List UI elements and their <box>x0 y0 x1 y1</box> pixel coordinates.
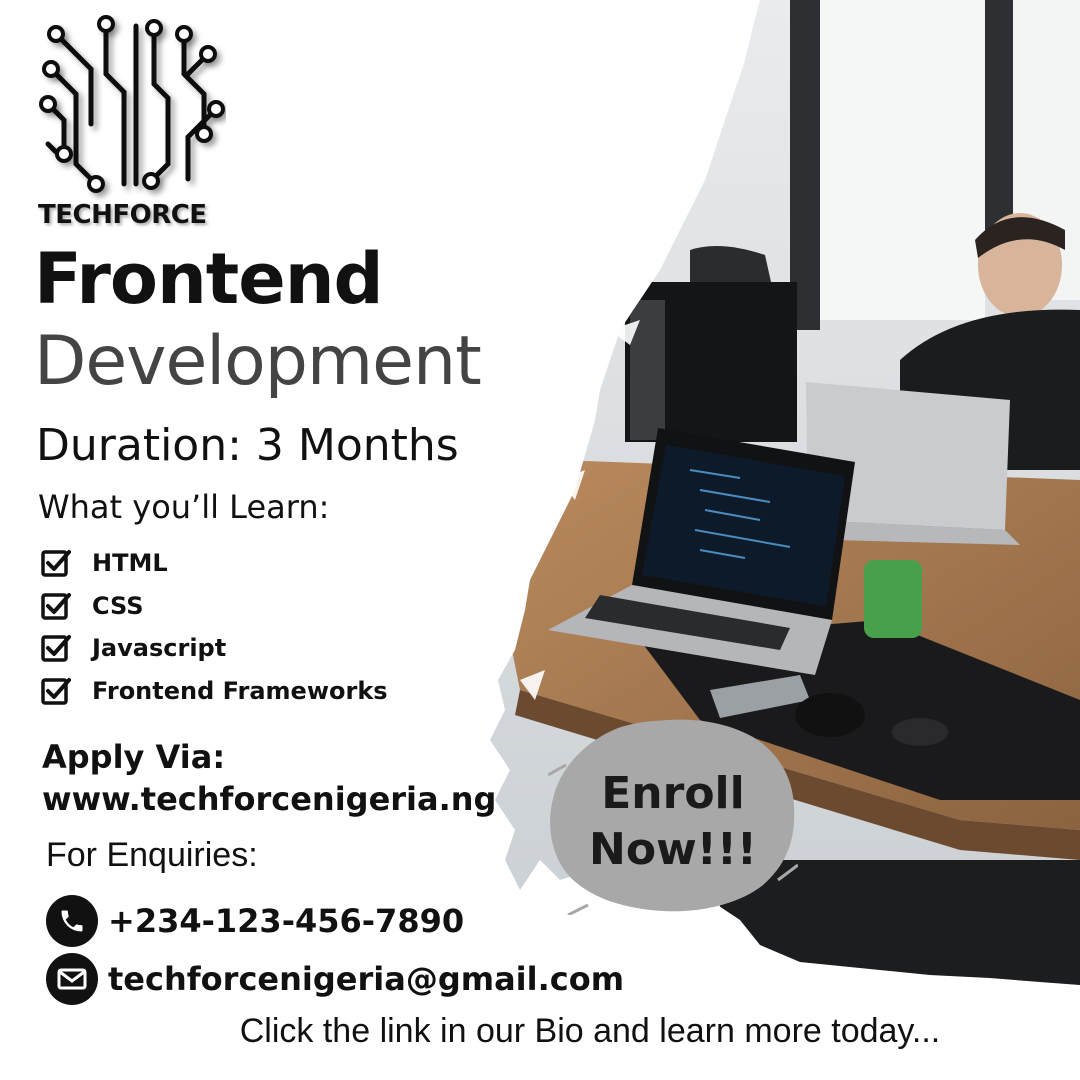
enroll-button[interactable]: Enroll Now!!! <box>548 766 798 878</box>
apply-label: Apply Via: <box>42 738 226 776</box>
phone-contact[interactable]: +234-123-456-7890 <box>46 895 464 947</box>
checkbox-icon <box>41 677 71 705</box>
enroll-line-1: Enroll <box>601 768 745 819</box>
apply-section: Apply Via: www.techforcenigeria.ng <box>42 736 496 820</box>
topic-label: Frontend Frameworks <box>92 676 388 705</box>
brand-name: TECHFORCE <box>38 200 207 230</box>
learn-heading: What you’ll Learn: <box>38 488 330 526</box>
topic-label: CSS <box>92 591 144 620</box>
topic-label: Javascript <box>92 634 227 663</box>
email-contact[interactable]: techforcenigeria@gmail.com <box>46 953 624 1005</box>
apply-url-link[interactable]: www.techforcenigeria.ng <box>42 778 496 820</box>
duration-text: Duration: 3 Months <box>36 420 459 471</box>
promo-flyer: TECHFORCE Frontend Development Duration:… <box>0 0 1080 1080</box>
topic-item: Javascript <box>40 627 388 670</box>
topic-item: Frontend Frameworks <box>40 670 388 713</box>
checkbox-icon <box>41 592 71 620</box>
topic-label: HTML <box>92 549 168 578</box>
topic-item: CSS <box>40 585 388 628</box>
checkbox-icon <box>41 635 71 662</box>
topic-list: HTML CSS Javascript Frontend Frameworks <box>40 542 388 712</box>
checkbox-icon <box>41 550 71 577</box>
headline-line-2: Development <box>34 322 482 401</box>
headline-line-1: Frontend <box>34 238 384 320</box>
enquiries-label: For Enquiries: <box>46 836 258 874</box>
topic-item: HTML <box>40 542 388 585</box>
email-address[interactable]: techforcenigeria@gmail.com <box>108 960 624 998</box>
phone-icon <box>46 895 98 947</box>
phone-number[interactable]: +234-123-456-7890 <box>108 902 464 940</box>
enroll-line-2: Now!!! <box>589 824 757 875</box>
footer-text: Click the link in our Bio and learn more… <box>0 1012 1080 1051</box>
mail-icon <box>46 953 98 1005</box>
footer-cta: Click the link in our Bio and learn more… <box>239 1012 941 1050</box>
